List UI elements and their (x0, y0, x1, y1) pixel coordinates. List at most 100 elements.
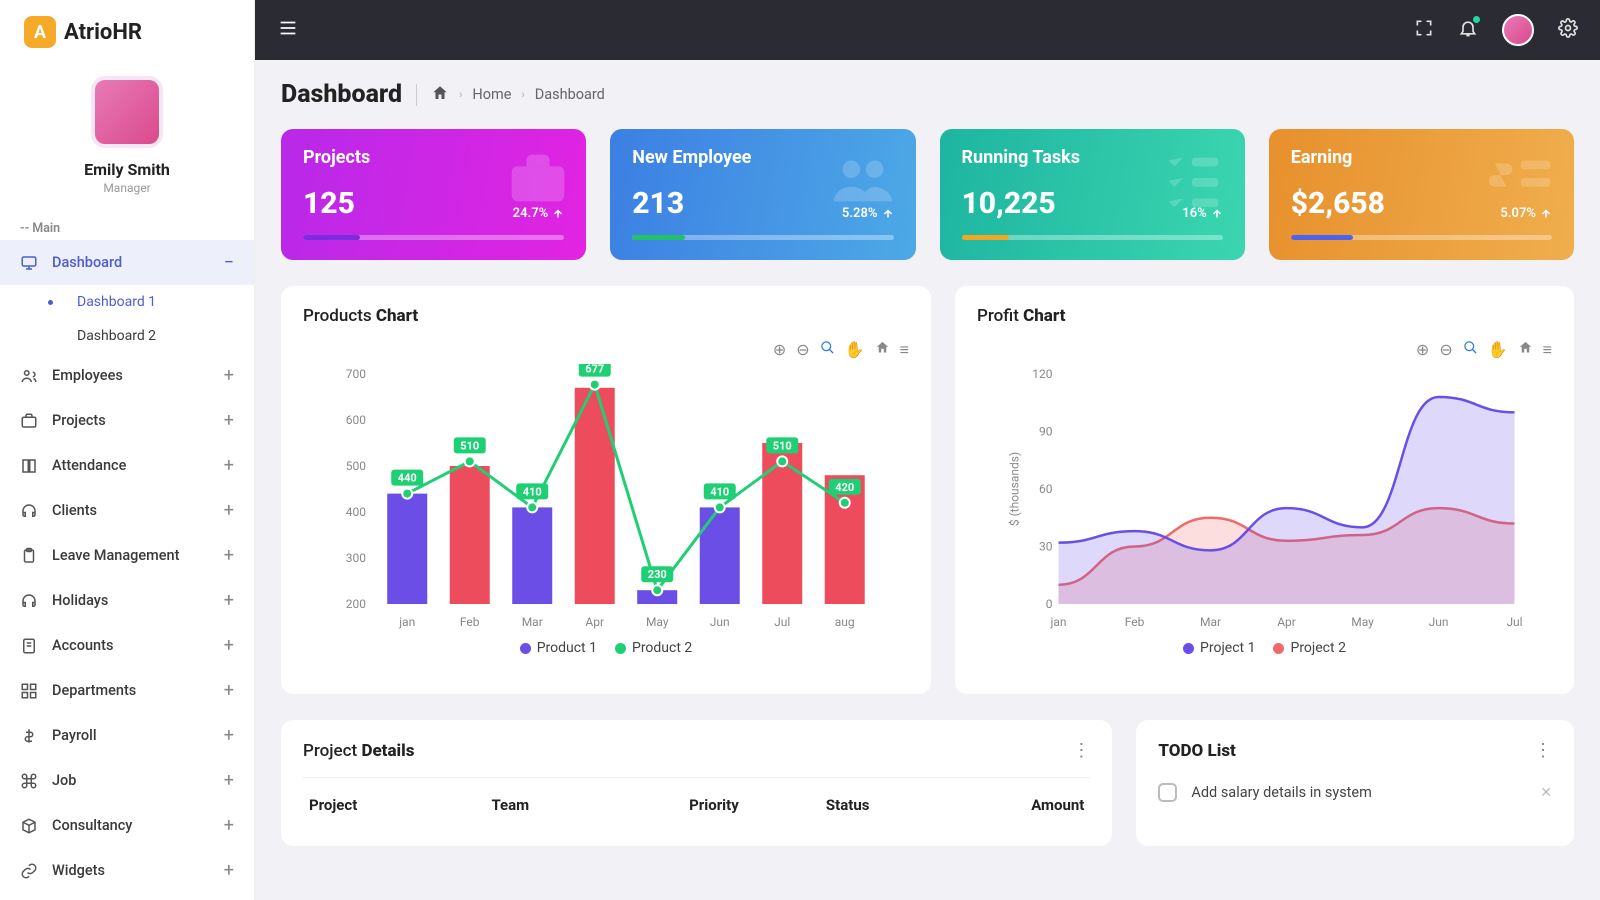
svg-text:0: 0 (1046, 597, 1053, 611)
sidebar-item-employees[interactable]: Employees+ (0, 353, 254, 398)
stat-card-projects[interactable]: Projects 12524.7% (281, 129, 586, 260)
stat-value: 125 (303, 186, 355, 221)
headset-icon (20, 592, 38, 610)
search-zoom-icon[interactable] (820, 340, 835, 360)
divider (416, 84, 417, 106)
col-project: Project (309, 796, 491, 814)
stats-row: Projects 12524.7% New Employee 2135.28% … (281, 129, 1574, 260)
sidebar-item-consultancy[interactable]: Consultancy+ (0, 803, 254, 848)
sidebar-item-dashboard[interactable]: Dashboard − (0, 240, 254, 285)
checkbox[interactable] (1158, 783, 1177, 802)
svg-text:Mar: Mar (1200, 615, 1221, 629)
stat-bar (303, 235, 564, 240)
sidebar-item-dashboard-2[interactable]: Dashboard 2 (36, 319, 254, 353)
home-icon[interactable] (875, 340, 890, 360)
main: Dashboard › Home › Dashboard Projects 12… (255, 0, 1600, 900)
brand-logo[interactable]: A AtrioHR (0, 0, 254, 64)
dollar-list-icon (1476, 143, 1566, 217)
projects-icon (20, 412, 38, 430)
stat-bar (1291, 235, 1552, 240)
box-icon (20, 817, 38, 835)
sidebar-label: Consultancy (52, 817, 132, 834)
pan-icon[interactable]: ✋ (1488, 340, 1508, 360)
expand-icon: + (224, 500, 234, 521)
todo-item[interactable]: Add salary details in system ✕ (1158, 773, 1552, 812)
sidebar-item-payroll[interactable]: Payroll+ (0, 713, 254, 758)
nav-section-main: -- Main (0, 213, 254, 240)
sidebar-item-holidays[interactable]: Holidays+ (0, 578, 254, 623)
col-amount: Amount (948, 796, 1085, 814)
sidebar-label: Projects (52, 412, 106, 429)
zoom-in-icon[interactable]: ⊕ (773, 340, 786, 360)
stat-bar (632, 235, 893, 240)
todo-list-card: TODO List ⋮ Add salary details in system… (1136, 720, 1574, 846)
expand-icon: + (224, 770, 234, 791)
zoom-out-icon[interactable]: ⊖ (1439, 340, 1452, 360)
users-group-icon (818, 143, 908, 217)
avatar[interactable] (91, 76, 163, 148)
sidebar-label: Widgets (52, 862, 105, 879)
settings-button[interactable] (1558, 18, 1578, 42)
svg-text:Apr: Apr (1277, 615, 1296, 629)
sidebar-item-leave[interactable]: Leave Management+ (0, 533, 254, 578)
svg-text:90: 90 (1039, 425, 1053, 439)
pan-icon[interactable]: ✋ (845, 340, 865, 360)
briefcase-icon (498, 143, 578, 217)
products-chart[interactable]: 2003004005006007004405104106772304105104… (303, 364, 909, 634)
menu-icon[interactable]: ≡ (900, 340, 909, 360)
sidebar-item-widgets[interactable]: Widgets+ (0, 848, 254, 893)
more-button[interactable]: ⋮ (1072, 740, 1090, 761)
headset-icon (20, 502, 38, 520)
sidebar-label: Leave Management (52, 547, 179, 564)
svg-text:jan: jan (1049, 615, 1066, 629)
brand-name: AtrioHR (64, 20, 142, 45)
fullscreen-button[interactable] (1414, 18, 1434, 42)
stat-value: 10,225 (962, 186, 1056, 221)
stat-card-tasks[interactable]: Running Tasks 10,22516% (940, 129, 1245, 260)
sub-label: Dashboard 2 (77, 328, 156, 344)
sidebar-item-dashboard-1[interactable]: Dashboard 1 (36, 285, 254, 319)
svg-text:30: 30 (1039, 540, 1053, 554)
sidebar-item-accounts[interactable]: Accounts+ (0, 623, 254, 668)
expand-icon: + (224, 410, 234, 431)
search-zoom-icon[interactable] (1463, 340, 1478, 360)
sidebar-item-projects[interactable]: Projects + (0, 398, 254, 443)
home-icon[interactable] (431, 84, 449, 106)
svg-text:Apr: Apr (585, 615, 604, 629)
svg-text:Jun: Jun (710, 615, 730, 629)
svg-text:420: 420 (835, 481, 854, 494)
bottom-row: Project Details ⋮ Project Team Priority … (281, 720, 1574, 846)
svg-text:510: 510 (773, 439, 792, 452)
profile-block: Emily Smith Manager (0, 64, 254, 213)
sidebar: A AtrioHR Emily Smith Manager -- Main Da… (0, 0, 255, 900)
menu-icon[interactable]: ≡ (1543, 340, 1552, 360)
stat-card-new-employee[interactable]: New Employee 2135.28% (610, 129, 915, 260)
project-details-card: Project Details ⋮ Project Team Priority … (281, 720, 1112, 846)
sidebar-item-attendance[interactable]: Attendance+ (0, 443, 254, 488)
sidebar-item-clients[interactable]: Clients+ (0, 488, 254, 533)
stat-value: 213 (632, 186, 684, 221)
menu-toggle-button[interactable] (277, 17, 299, 43)
svg-text:200: 200 (346, 597, 366, 611)
profile-name: Emily Smith (84, 160, 170, 179)
svg-text:$ (thousands): $ (thousands) (1007, 452, 1021, 526)
svg-text:500: 500 (346, 459, 366, 473)
sidebar-label: Employees (52, 367, 123, 384)
zoom-in-icon[interactable]: ⊕ (1416, 340, 1429, 360)
sidebar-item-departments[interactable]: Departments+ (0, 668, 254, 713)
zoom-out-icon[interactable]: ⊖ (796, 340, 809, 360)
close-icon[interactable]: ✕ (1540, 785, 1552, 801)
more-button[interactable]: ⋮ (1534, 740, 1552, 761)
home-icon[interactable] (1518, 340, 1533, 360)
chart-toolbar: ⊕ ⊖ ✋ ≡ (977, 340, 1552, 360)
svg-text:Jun: Jun (1429, 615, 1449, 629)
card-title: Products Chart (303, 306, 909, 326)
command-icon (20, 772, 38, 790)
breadcrumb-home[interactable]: Home (472, 86, 511, 103)
notifications-button[interactable] (1458, 18, 1478, 42)
svg-text:300: 300 (346, 551, 366, 565)
stat-card-earning[interactable]: Earning $2,6585.07% (1269, 129, 1574, 260)
sidebar-item-job[interactable]: Job+ (0, 758, 254, 803)
profit-chart[interactable]: 0306090120$ (thousands)janFebMarAprMayJu… (977, 364, 1552, 634)
user-avatar-small[interactable] (1502, 14, 1534, 46)
